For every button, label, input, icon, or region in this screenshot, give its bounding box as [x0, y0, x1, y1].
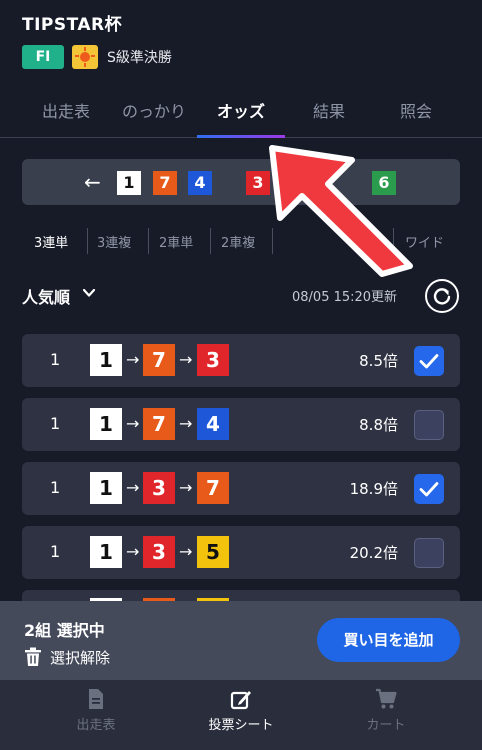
sort-selector[interactable]: 人気順	[22, 284, 70, 308]
sun-icon	[72, 45, 98, 69]
first-place-number: 1	[90, 408, 122, 440]
page-title: TIPSTAR杯	[22, 15, 123, 35]
nav-cart[interactable]: カート	[306, 680, 466, 750]
cart-icon	[376, 688, 397, 709]
combo-number-2: 7	[153, 171, 177, 195]
combination-bar[interactable]: ← 1 7 4 3 6	[22, 159, 460, 205]
updated-time: 08/05 15:20更新	[292, 290, 398, 305]
odds-row[interactable]: 1 1 → 3 → 7 18.9倍	[22, 462, 460, 515]
active-tab-indicator	[197, 135, 285, 138]
tab-results[interactable]: 結果	[281, 98, 377, 122]
first-place-number: 1	[90, 472, 122, 504]
second-place-number: 3	[143, 536, 175, 568]
add-bet-button[interactable]: 買い目を追加	[317, 618, 460, 662]
race-header: TIPSTAR杯 FI S級準決勝	[0, 0, 482, 78]
odds-value: 18.9倍	[349, 480, 398, 498]
arrow-right-icon: →	[179, 478, 193, 497]
combo-number-5: 6	[372, 171, 396, 195]
popularity-rank: 1	[50, 350, 61, 369]
arrow-right-icon: →	[179, 350, 193, 369]
divider	[87, 228, 88, 254]
trash-icon	[25, 647, 41, 666]
popularity-rank: 1	[50, 414, 61, 433]
divider	[393, 228, 394, 254]
arrow-right-icon: →	[126, 414, 140, 433]
clear-selection-button[interactable]: 選択解除	[24, 645, 134, 671]
selection-count: 2組 選択中	[24, 621, 105, 640]
third-place-number: 4	[197, 408, 229, 440]
combo-number-4: 3	[246, 171, 270, 195]
arrow-right-icon: →	[126, 478, 140, 497]
arrow-right-icon: →	[179, 542, 193, 561]
nav-label: カート	[366, 718, 406, 733]
checkmark-icon	[419, 354, 439, 369]
nav-label: 投票シート	[208, 718, 274, 733]
clear-selection-label: 選択解除	[50, 649, 111, 667]
bottom-nav: 出走表 投票シート カート	[0, 680, 482, 750]
main-tabs: 出走表 のっかり オッズ 結果 照会	[0, 78, 482, 138]
arrow-right-icon: →	[126, 542, 140, 561]
row-checkbox[interactable]	[414, 538, 444, 568]
arrow-right-icon: →	[126, 350, 140, 369]
second-place-number: 3	[143, 472, 175, 504]
document-icon	[89, 689, 103, 709]
third-place-number: 3	[197, 344, 229, 376]
row-checkbox[interactable]	[414, 474, 444, 504]
tab-odds[interactable]: オッズ	[193, 98, 289, 122]
arrow-right-icon: →	[179, 414, 193, 433]
combo-number-3: 4	[188, 171, 212, 195]
tab-nokkari[interactable]: のっかり	[106, 98, 202, 122]
refresh-button[interactable]	[425, 279, 459, 313]
nav-voting-sheet[interactable]: 投票シート	[161, 680, 321, 750]
first-place-number: 1	[90, 344, 122, 376]
third-place-number: 7	[197, 472, 229, 504]
race-name: S級準決勝	[107, 50, 172, 66]
row-checkbox[interactable]	[414, 346, 444, 376]
odds-row[interactable]: 1 1 → 7 → 3 8.5倍	[22, 334, 460, 387]
odds-value: 8.8倍	[359, 416, 398, 434]
chevron-down-icon[interactable]	[82, 286, 96, 300]
tab-inquiry[interactable]: 照会	[368, 98, 464, 122]
odds-value: 8.5倍	[359, 352, 398, 370]
odds-row[interactable]: 1 1 → 7 → 4 8.8倍	[22, 398, 460, 451]
bet-type-exacta[interactable]: 2車単	[159, 232, 193, 251]
checkmark-icon	[419, 482, 439, 497]
combo-number-1: 1	[117, 171, 141, 195]
bet-type-trio[interactable]: 3連複	[97, 232, 131, 251]
divider	[272, 228, 273, 254]
bet-type-quinella[interactable]: 2車複	[221, 232, 255, 251]
popularity-rank: 1	[50, 542, 61, 561]
bet-type-wide[interactable]: ワイド	[405, 232, 444, 251]
bet-type-tabs: 3連単 3連複 2車単 2車複 ワイド	[22, 226, 460, 256]
divider	[148, 228, 149, 254]
tab-entries[interactable]: 出走表	[18, 98, 114, 122]
nav-entries[interactable]: 出走表	[16, 680, 176, 750]
first-place-number: 1	[90, 536, 122, 568]
third-place-number: 5	[197, 536, 229, 568]
odds-row[interactable]: 1 1 → 3 → 5 20.2倍	[22, 526, 460, 579]
grade-badge: FI	[22, 45, 64, 69]
back-arrow-icon[interactable]: ←	[84, 170, 101, 194]
divider	[210, 228, 211, 254]
refresh-icon	[433, 288, 451, 305]
second-place-number: 7	[143, 408, 175, 440]
odds-value: 20.2倍	[349, 544, 398, 562]
popularity-rank: 1	[50, 478, 61, 497]
bet-type-trifecta[interactable]: 3連単	[34, 232, 68, 251]
row-checkbox[interactable]	[414, 410, 444, 440]
edit-icon	[230, 691, 251, 710]
nav-label: 出走表	[76, 718, 116, 733]
second-place-number: 7	[143, 344, 175, 376]
